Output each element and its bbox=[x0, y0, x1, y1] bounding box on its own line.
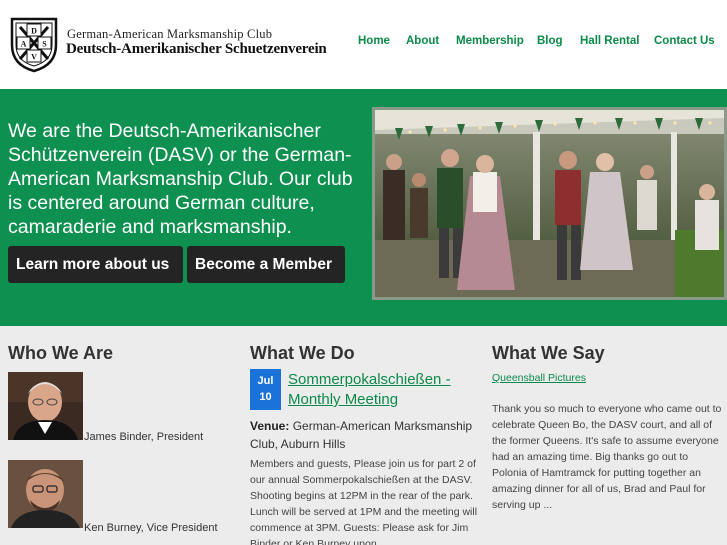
svg-text:V: V bbox=[31, 53, 37, 62]
vice-president-photo bbox=[8, 460, 83, 528]
nav-about[interactable]: About bbox=[406, 35, 439, 47]
dance-photo bbox=[372, 107, 727, 300]
nav-contact-us[interactable]: Contact Us bbox=[654, 35, 715, 47]
event-venue: Venue: German-American Marksmanship Club… bbox=[250, 417, 478, 453]
nav-blog[interactable]: Blog bbox=[537, 35, 563, 47]
who-we-are-heading: Who We Are bbox=[8, 343, 114, 363]
president-name: James Binder, President bbox=[84, 431, 204, 443]
event-month: Jul bbox=[257, 375, 274, 387]
event-title-link[interactable]: Sommerpokalschießen - Monthly Meeting bbox=[288, 370, 473, 410]
nav-hall-rental[interactable]: Hall Rental bbox=[580, 35, 639, 47]
main-nav: Home About Membership Blog Hall Rental C… bbox=[0, 35, 727, 51]
venue-label: Venue: bbox=[250, 419, 290, 433]
learn-more-button[interactable]: Learn more about us bbox=[8, 246, 183, 283]
event-description: Members and guests, Please join us for p… bbox=[250, 458, 478, 545]
content-columns: Who We Are James Binder, President Ken B… bbox=[0, 326, 727, 545]
queensball-pictures-link[interactable]: Queensball Pictures bbox=[492, 372, 586, 384]
what-we-say-heading: What We Say bbox=[492, 343, 605, 363]
nav-home[interactable]: Home bbox=[358, 35, 390, 47]
event-date-badge: Jul 10 bbox=[250, 369, 281, 410]
vice-president-name: Ken Burney, Vice President bbox=[84, 522, 218, 534]
testimonial-text: Thank you so much to everyone who came o… bbox=[492, 403, 722, 511]
hero-banner: We are the Deutsch-Amerikanischer Schütz… bbox=[0, 89, 727, 326]
president-photo bbox=[8, 372, 83, 440]
event-day: 10 bbox=[259, 391, 272, 403]
nav-membership[interactable]: Membership bbox=[456, 35, 524, 47]
become-member-button[interactable]: Become a Member bbox=[187, 246, 345, 283]
site-header: D A S V German-American Marksmanship Clu… bbox=[0, 0, 727, 89]
hero-intro-text: We are the Deutsch-Amerikanischer Schütz… bbox=[8, 120, 353, 238]
what-we-do-heading: What We Do bbox=[250, 343, 355, 363]
